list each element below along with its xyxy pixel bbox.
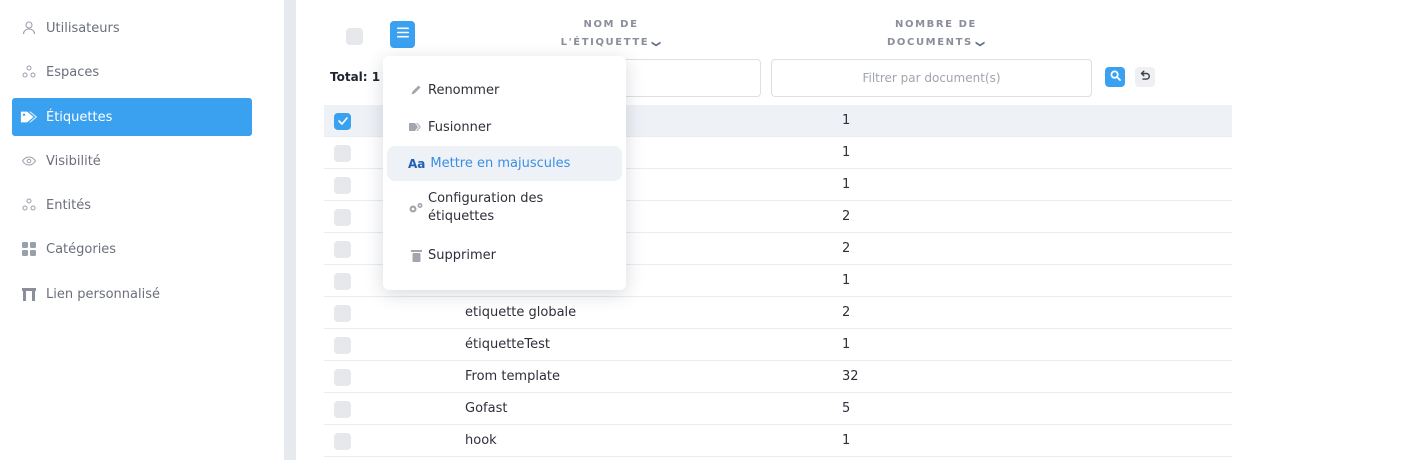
doc-count-cell: 5 bbox=[842, 401, 851, 416]
sidebar-item-label: Visibilité bbox=[46, 153, 101, 169]
table-row[interactable]: étiquetteTest 1 bbox=[324, 329, 1232, 361]
select-all-checkbox[interactable] bbox=[346, 28, 363, 45]
chevron-down-icon[interactable]: ❮ bbox=[971, 38, 989, 47]
filter-by-document-input[interactable] bbox=[771, 59, 1092, 97]
table-row[interactable]: etiquette globale 2 bbox=[324, 297, 1232, 329]
sidebar-item-entities[interactable]: Entités bbox=[12, 186, 252, 224]
sidebar-item-label: Étiquettes bbox=[46, 109, 113, 125]
trash-icon bbox=[408, 249, 424, 262]
menu-item-rename[interactable]: Renommer bbox=[387, 74, 622, 106]
tag-name-cell: etiquette globale bbox=[465, 305, 577, 320]
menu-item-label-line: étiquettes bbox=[428, 209, 495, 224]
menu-item-label: Supprimer bbox=[428, 247, 496, 263]
doc-count-cell: 1 bbox=[842, 273, 851, 288]
pencil-icon bbox=[408, 84, 424, 96]
doc-count-cell: 1 bbox=[842, 177, 851, 192]
row-checkbox[interactable] bbox=[334, 241, 351, 258]
doc-count-cell: 2 bbox=[842, 209, 851, 224]
users-icon bbox=[20, 19, 38, 37]
row-checkbox[interactable] bbox=[334, 401, 351, 418]
menu-item-label: Fusionner bbox=[428, 119, 492, 135]
sidebar-item-tags[interactable]: Étiquettes bbox=[12, 98, 252, 136]
sidebar-item-label: Utilisateurs bbox=[46, 20, 120, 36]
sidebar-item-custom-link[interactable]: Lien personnalisé bbox=[12, 275, 252, 313]
chevron-down-icon[interactable]: ❮ bbox=[648, 38, 666, 47]
menu-item-merge[interactable]: Fusionner bbox=[387, 111, 622, 143]
undo-icon bbox=[1139, 69, 1151, 85]
search-button[interactable] bbox=[1105, 67, 1125, 87]
row-checkbox[interactable] bbox=[334, 337, 351, 354]
column-header-tag-name[interactable]: NOM DE L'ÉTIQUETTE ❮ bbox=[551, 16, 671, 52]
row-checkbox[interactable] bbox=[334, 145, 351, 162]
menu-item-label-line: Configuration des bbox=[428, 191, 544, 206]
menu-item-tag-configuration[interactable]: Configuration des étiquettes bbox=[387, 188, 622, 228]
column-header-doc-count[interactable]: NOMBRE DE DOCUMENTS ❮ bbox=[866, 16, 1006, 52]
bulk-actions-menu-button[interactable] bbox=[390, 21, 415, 48]
column-header-line: L'ÉTIQUETTE bbox=[560, 37, 650, 48]
gears-icon bbox=[408, 202, 424, 214]
entities-icon bbox=[20, 196, 38, 214]
filter-by-name-input[interactable] bbox=[606, 59, 761, 97]
tag-name-cell: hook bbox=[465, 433, 497, 448]
sidebar-item-users[interactable]: Utilisateurs bbox=[12, 9, 252, 47]
table-row[interactable]: hook 1 bbox=[324, 425, 1232, 457]
row-checkbox[interactable] bbox=[334, 209, 351, 226]
doc-count-cell: 1 bbox=[842, 337, 851, 352]
check-icon bbox=[337, 114, 348, 129]
tag-name-cell: Gofast bbox=[465, 401, 508, 416]
sidebar: Utilisateurs Espaces Étiquettes Visibili… bbox=[0, 0, 265, 472]
eye-icon bbox=[20, 152, 38, 170]
sidebar-item-visibility[interactable]: Visibilité bbox=[12, 142, 252, 180]
row-checkbox[interactable] bbox=[334, 433, 351, 450]
column-header-line: NOM DE bbox=[583, 19, 639, 30]
search-icon bbox=[1109, 69, 1121, 85]
merge-icon bbox=[408, 122, 424, 132]
doc-count-cell: 2 bbox=[842, 241, 851, 256]
menu-item-delete[interactable]: Supprimer bbox=[387, 239, 622, 271]
sidebar-item-label: Lien personnalisé bbox=[46, 286, 160, 302]
sidebar-item-label: Catégories bbox=[46, 241, 117, 257]
menu-item-label: Configuration des étiquettes bbox=[428, 190, 543, 226]
row-checkbox[interactable] bbox=[334, 273, 351, 290]
doc-count-cell: 1 bbox=[842, 433, 851, 448]
menu-item-label: Renommer bbox=[428, 82, 500, 98]
menu-item-uppercase[interactable]: Aa Mettre en majuscules bbox=[387, 146, 622, 181]
menu-item-label: Mettre en majuscules bbox=[430, 156, 571, 171]
sidebar-item-spaces[interactable]: Espaces bbox=[12, 53, 252, 91]
sidebar-item-categories[interactable]: Catégories bbox=[12, 230, 252, 268]
row-checkbox[interactable] bbox=[334, 113, 351, 130]
row-checkbox[interactable] bbox=[334, 369, 351, 386]
spaces-icon bbox=[20, 63, 38, 81]
tag-name-cell: étiquetteTest bbox=[465, 337, 550, 352]
reset-filters-button[interactable] bbox=[1135, 67, 1155, 87]
row-checkbox[interactable] bbox=[334, 305, 351, 322]
doc-count-cell: 2 bbox=[842, 305, 851, 320]
column-header-line: NOMBRE DE bbox=[895, 19, 977, 30]
doc-count-cell: 1 bbox=[842, 113, 851, 128]
total-count: Total: 1 bbox=[330, 70, 381, 84]
hamburger-icon bbox=[396, 27, 409, 42]
doc-count-cell: 32 bbox=[842, 369, 859, 384]
bulk-actions-dropdown: Renommer Fusionner Aa Mettre en majuscul… bbox=[383, 56, 626, 290]
tag-name-cell: From template bbox=[465, 369, 561, 384]
table-row[interactable]: Gofast 5 bbox=[324, 393, 1232, 425]
custom-link-icon bbox=[20, 285, 38, 303]
panel-divider bbox=[284, 0, 296, 460]
tags-icon bbox=[20, 108, 38, 126]
sidebar-item-label: Entités bbox=[46, 197, 92, 213]
column-header-line: DOCUMENTS bbox=[887, 37, 973, 48]
row-checkbox[interactable] bbox=[334, 177, 351, 194]
text-case-icon: Aa bbox=[408, 156, 426, 171]
sidebar-item-label: Espaces bbox=[46, 64, 100, 80]
table-row[interactable]: From template 32 bbox=[324, 361, 1232, 393]
categories-icon bbox=[20, 240, 38, 258]
doc-count-cell: 1 bbox=[842, 145, 851, 160]
